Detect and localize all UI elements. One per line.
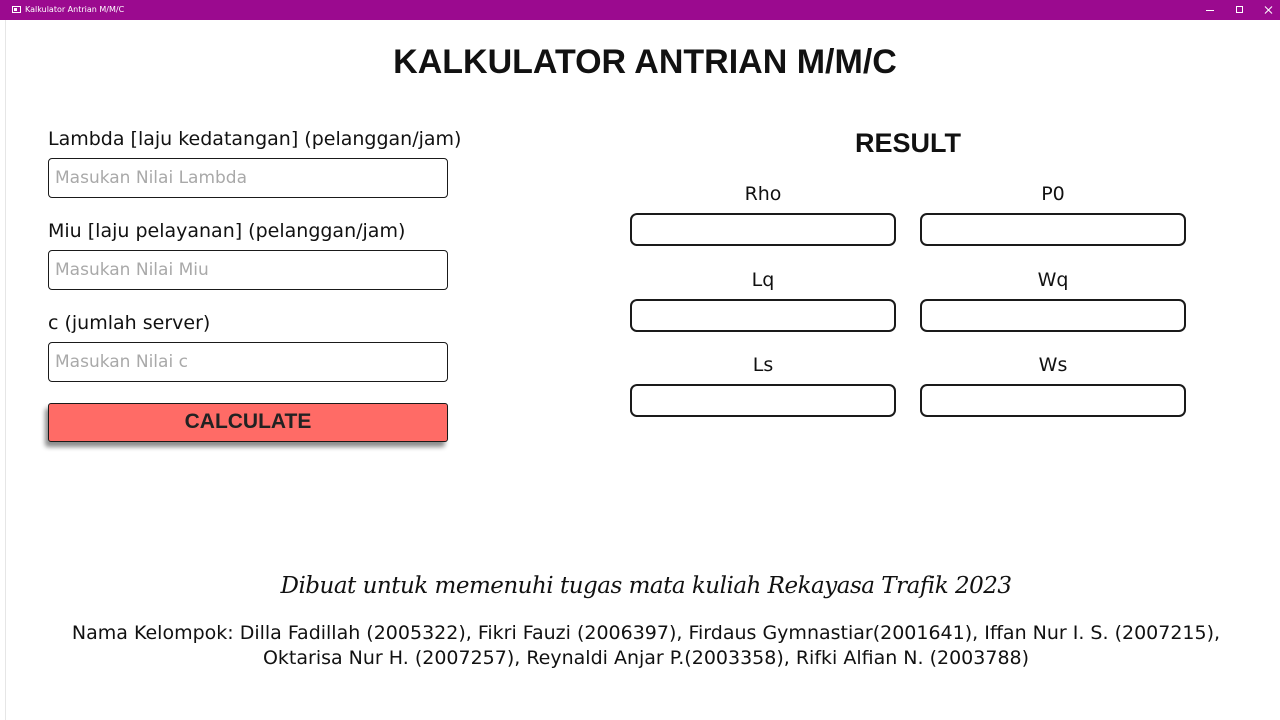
- window-title: Kalkulator Antrian M/M/C: [25, 5, 125, 14]
- close-icon: [1264, 5, 1274, 15]
- page-title: KALKULATOR ANTRIAN M/M/C: [393, 43, 897, 81]
- p0-output[interactable]: [920, 213, 1186, 246]
- maximize-button[interactable]: [1225, 0, 1255, 20]
- title-bar[interactable]: Kalkulator Antrian M/M/C: [0, 0, 1280, 20]
- maximize-icon: [1236, 6, 1243, 13]
- group-members-line-1: Nama Kelompok: Dilla Fadillah (2005322),…: [71, 622, 1221, 644]
- course-note: Dibuat untuk memenuhi tugas mata kuliah …: [280, 573, 1012, 599]
- lambda-label: Lambda [laju kedatangan] (pelanggan/jam): [48, 128, 462, 150]
- minimize-button[interactable]: [1195, 0, 1225, 20]
- rho-label: Rho: [744, 183, 782, 205]
- ls-label: Ls: [752, 354, 774, 376]
- wq-output[interactable]: [920, 299, 1186, 332]
- lq-label: Lq: [751, 269, 775, 291]
- group-members: Nama Kelompok: Dilla Fadillah (2005322),…: [40, 621, 1252, 671]
- c-label: c (jumlah server): [48, 312, 211, 334]
- c-input[interactable]: [48, 342, 448, 382]
- miu-label: Miu [laju pelayanan] (pelanggan/jam): [48, 220, 406, 242]
- app-window: Kalkulator Antrian M/M/C KALKULATOR ANTR…: [0, 0, 1280, 720]
- close-button[interactable]: [1254, 0, 1280, 20]
- lq-output[interactable]: [630, 299, 896, 332]
- wq-label: Wq: [1037, 269, 1069, 291]
- ws-label: Ws: [1038, 354, 1068, 376]
- calculate-button[interactable]: CALCULATE: [48, 403, 448, 442]
- app-window-icon: [12, 6, 21, 13]
- rho-output[interactable]: [630, 213, 896, 246]
- ls-output[interactable]: [630, 384, 896, 417]
- ws-output[interactable]: [920, 384, 1186, 417]
- group-members-line-2: Oktarisa Nur H. (2007257), Reynaldi Anja…: [262, 647, 1030, 669]
- lambda-input[interactable]: [48, 158, 448, 198]
- result-title: RESULT: [855, 128, 961, 158]
- p0-label: P0: [1041, 183, 1065, 205]
- window-left-border: [0, 20, 6, 720]
- minimize-icon: [1206, 10, 1214, 11]
- miu-input[interactable]: [48, 250, 448, 290]
